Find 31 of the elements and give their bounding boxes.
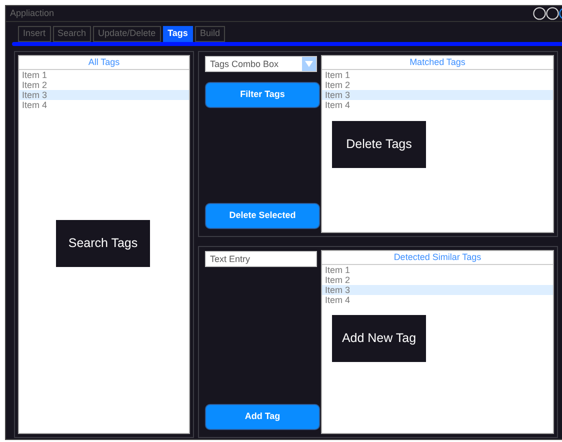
overlay-label: Add New Tag (332, 315, 426, 362)
list-item[interactable]: Item 1 (322, 265, 553, 275)
list-header: Matched Tags (322, 56, 553, 70)
tab[interactable]: Search (52, 26, 92, 42)
list-item[interactable]: Item 3 (322, 285, 553, 295)
list-item[interactable]: Item 4 (322, 100, 553, 110)
list-header: Detected Similar Tags (322, 251, 553, 265)
window-control-icon[interactable] (533, 7, 546, 20)
window-title: Appliaction (10, 6, 54, 20)
list-item[interactable]: Item 4 (19, 100, 189, 110)
list-item[interactable]: Item 2 (322, 80, 553, 90)
window-control-icon[interactable] (546, 7, 559, 20)
tab[interactable]: Insert (18, 26, 51, 42)
tab[interactable]: Tags (162, 26, 193, 42)
overlay-label: Search Tags (56, 220, 150, 267)
list-header: All Tags (19, 56, 189, 70)
overlay-label: Delete Tags (332, 121, 426, 168)
list-item[interactable]: Item 2 (322, 275, 553, 285)
combo-box[interactable]: Tags Combo Box (205, 56, 317, 72)
list-item[interactable]: Item 3 (322, 90, 553, 100)
tab[interactable]: Update/Delete (93, 26, 161, 42)
list-item[interactable]: Item 3 (19, 90, 189, 100)
action-button[interactable]: Filter Tags (205, 82, 320, 108)
action-button[interactable]: Delete Selected (205, 203, 320, 229)
tab[interactable]: Build (194, 26, 225, 42)
list-item[interactable]: Item 2 (19, 80, 189, 90)
list-item[interactable]: Item 1 (322, 70, 553, 80)
list-item[interactable]: Item 1 (19, 70, 189, 80)
action-button[interactable]: Add Tag (205, 404, 320, 430)
text-entry-field[interactable]: Text Entry (205, 251, 317, 267)
list-item[interactable]: Item 4 (322, 295, 553, 305)
